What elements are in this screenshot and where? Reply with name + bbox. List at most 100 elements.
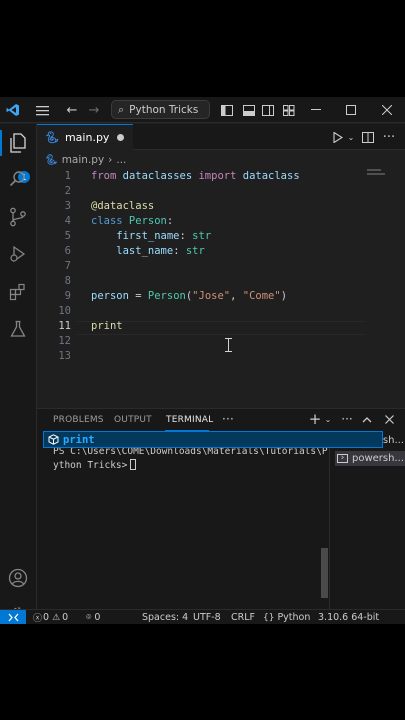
eol-status[interactable]: CRLF — [231, 611, 255, 624]
search-icon: ⌕ — [118, 102, 125, 116]
code-token: @dataclass — [91, 200, 155, 212]
code-line[interactable]: @dataclass — [91, 200, 154, 212]
code-token: , — [230, 290, 243, 302]
line-number: 13 — [58, 350, 71, 362]
terminal-scrollbar[interactable] — [321, 548, 328, 598]
vscode-logo-icon[interactable] — [4, 101, 22, 119]
remote-indicator-icon[interactable] — [0, 610, 26, 624]
toggle-panel-icon[interactable] — [240, 101, 258, 119]
braces-icon: {} — [263, 612, 275, 623]
code-token: class — [91, 215, 123, 227]
suggestion-item[interactable]: print — [43, 431, 383, 448]
line-number: 9 — [64, 290, 71, 302]
terminal-icon: › — [337, 454, 348, 463]
maximize-icon[interactable] — [342, 101, 360, 119]
close-icon[interactable] — [378, 101, 396, 119]
warning-count: 0 — [62, 612, 69, 623]
error-icon: ⓧ — [33, 614, 43, 624]
line-number: 8 — [64, 275, 71, 287]
new-terminal-plus-icon[interactable]: + — [308, 410, 322, 428]
toggle-primary-sidebar-icon[interactable] — [218, 101, 236, 119]
line-number: 1 — [64, 170, 71, 182]
encoding-status[interactable]: UTF-8 — [193, 611, 221, 624]
code-token: import — [198, 170, 237, 182]
minimap[interactable] — [367, 169, 387, 183]
panel-more-icon[interactable]: ··· — [222, 412, 234, 426]
search-icon[interactable] — [6, 167, 30, 191]
code-token: "Come" — [242, 290, 281, 302]
line-number: 5 — [64, 230, 71, 242]
back-arrow-icon[interactable]: ← — [63, 101, 81, 119]
code-line[interactable]: person = Person("Jose", "Come") — [91, 290, 287, 302]
terminal-list-item-2[interactable]: › powersh... — [335, 451, 405, 466]
run-dropdown-chevron-icon[interactable]: ⌄ — [342, 128, 360, 146]
line-number: 6 — [64, 245, 71, 257]
code-line[interactable]: last_name: str — [91, 245, 205, 257]
code-token: : — [173, 245, 186, 257]
code-line[interactable]: first_name: str — [91, 230, 211, 242]
testing-flask-icon[interactable] — [6, 317, 30, 341]
code-token: str — [185, 245, 205, 257]
terminal-name: powersh... — [352, 453, 404, 464]
minimize-icon[interactable] — [307, 101, 325, 119]
terminal-list-divider — [329, 437, 330, 610]
breadcrumb[interactable]: 🐍︎ main.py › ... — [45, 153, 126, 167]
tab-problems[interactable]: PROBLEMS — [53, 415, 104, 425]
breadcrumb-file[interactable]: main.py — [62, 154, 104, 166]
run-debug-icon[interactable] — [6, 242, 30, 266]
customize-layout-icon[interactable] — [280, 101, 298, 119]
code-token: = — [128, 290, 148, 302]
code-token: from — [91, 170, 117, 182]
warning-icon: ⚠ — [52, 612, 61, 623]
python-interpreter-status[interactable]: 3.10.6 64-bit — [318, 611, 379, 624]
more-actions-icon[interactable]: ··· — [380, 128, 398, 146]
python-file-icon: 🐍︎ — [45, 131, 59, 144]
line-number: 2 — [64, 185, 71, 197]
indentation-status[interactable]: Spaces: 4 — [142, 611, 188, 624]
panel-more-actions-icon[interactable]: ··· — [340, 412, 354, 426]
title-bar: ← → ⌕ Python Tricks — [0, 97, 405, 123]
terminal-dropdown-chevron-icon[interactable]: ⌄ — [321, 412, 335, 426]
ports-count: 0 — [94, 612, 101, 623]
command-center-search[interactable]: ⌕ Python Tricks — [111, 100, 210, 119]
forward-arrow-icon[interactable]: → — [85, 101, 103, 119]
source-control-icon[interactable] — [6, 205, 30, 229]
code-token: Person — [147, 290, 186, 302]
terminal-output[interactable]: PS C:\Users\COME\Downloads\Materials\Tut… — [53, 445, 329, 473]
activity-active-indicator — [0, 130, 2, 156]
cube-icon — [47, 434, 59, 446]
code-token: str — [192, 230, 212, 242]
error-count: 0 — [43, 612, 50, 623]
code-token: dataclass — [236, 170, 300, 182]
code-token: last_name — [91, 245, 174, 257]
editor-scrollbar[interactable] — [398, 167, 405, 405]
code-line[interactable]: from dataclasses import dataclass — [91, 170, 300, 182]
broadcast-icon: ⌾ — [86, 612, 92, 623]
maximize-panel-chevron-up-icon[interactable] — [360, 412, 374, 426]
vscode-window: ← → ⌕ Python Tricks 1 🐍︎ main.py ⌄ ··· 🐍… — [0, 97, 405, 624]
code-line[interactable]: class Person: — [91, 215, 173, 227]
menu-icon[interactable] — [33, 101, 51, 119]
unsaved-dot-icon[interactable] — [117, 134, 124, 141]
python-file-icon: 🐍︎ — [45, 154, 58, 166]
language-mode-status[interactable]: {} Python — [263, 611, 310, 624]
explorer-icon[interactable] — [6, 131, 30, 155]
code-token: first_name — [91, 230, 180, 242]
close-panel-icon[interactable] — [382, 412, 396, 426]
toggle-secondary-sidebar-icon[interactable] — [259, 101, 277, 119]
line-number: 10 — [58, 305, 71, 317]
code-line[interactable]: print — [91, 320, 123, 332]
code-token: : — [166, 215, 174, 227]
tab-terminal[interactable]: TERMINAL — [166, 415, 213, 425]
ports-status[interactable]: ⌾ 0 — [86, 611, 100, 624]
split-editor-icon[interactable] — [359, 128, 377, 146]
tab-output[interactable]: OUTPUT — [114, 415, 152, 425]
extensions-icon[interactable] — [6, 280, 30, 304]
accounts-icon[interactable] — [6, 566, 30, 590]
breadcrumb-more[interactable]: ... — [116, 154, 126, 166]
problems-status[interactable]: ⓧ 0 ⚠ 0 — [33, 611, 68, 624]
terminal-prompt: PS C:\Users\COME\Downloads\Materials\Tut… — [53, 446, 328, 471]
tab-main-py[interactable]: 🐍︎ main.py — [37, 124, 133, 150]
line-number: 4 — [64, 215, 71, 227]
code-editor[interactable]: 1 from dataclasses import dataclass 2 3 @dat… — [37, 167, 405, 405]
